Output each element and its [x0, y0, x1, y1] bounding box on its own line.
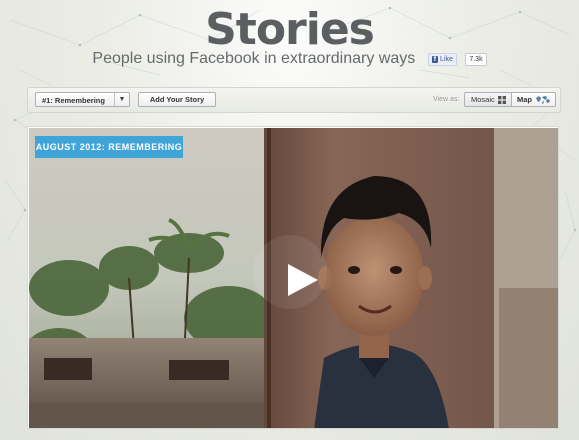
- like-label: Like: [440, 55, 453, 63]
- map-label: Map: [517, 95, 532, 104]
- facebook-icon: f: [431, 55, 439, 63]
- view-as-label: View as:: [433, 96, 460, 103]
- add-your-story-button[interactable]: Add Your Story: [138, 92, 216, 107]
- stories-page: Stories People using Facebook in extraor…: [0, 0, 579, 440]
- story-select-value: #1: Remembering: [42, 96, 105, 105]
- mosaic-label: Mosaic: [471, 95, 495, 104]
- map-view-button[interactable]: Map: [512, 92, 556, 107]
- chevron-down-icon: ▼: [114, 93, 129, 106]
- story-badge: AUGUST 2012: REMEMBERING: [35, 136, 183, 158]
- featured-story-card[interactable]: AUGUST 2012: REMEMBERING: [27, 126, 559, 429]
- story-select[interactable]: #1: Remembering ▼: [35, 92, 130, 107]
- play-icon[interactable]: [284, 262, 320, 298]
- page-subtitle: People using Facebook in extraordinary w…: [92, 50, 416, 67]
- subtitle-row: People using Facebook in extraordinary w…: [0, 50, 579, 68]
- like-count: 7.3k: [465, 52, 487, 66]
- facebook-like-button[interactable]: f Like: [427, 52, 457, 66]
- world-map-icon: [536, 96, 550, 104]
- page-title: Stories: [205, 4, 375, 55]
- stories-toolbar: #1: Remembering ▼ Add Your Story View as…: [27, 87, 561, 113]
- grid-icon: [498, 96, 506, 104]
- mosaic-view-button[interactable]: Mosaic: [464, 92, 512, 107]
